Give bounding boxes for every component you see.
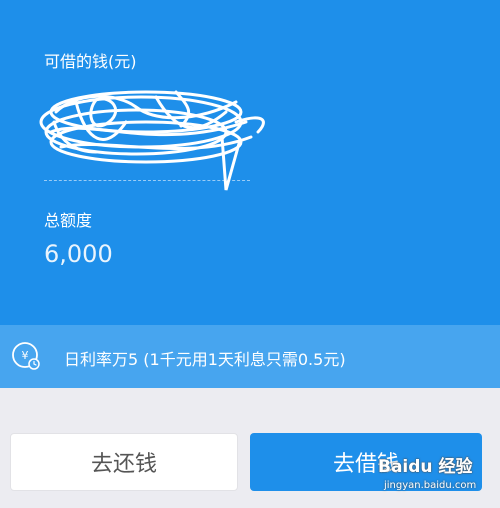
baidu-jingyan-watermark: Baidu 经验 jingyan.baidu.com xyxy=(378,452,494,504)
repay-button[interactable]: 去还钱 xyxy=(10,433,238,491)
svg-text:¥: ¥ xyxy=(22,349,29,362)
credit-summary-panel: 可借的钱(元) 总额度 6,000 xyxy=(0,0,500,325)
watermark-url: jingyan.baidu.com xyxy=(384,480,477,491)
loan-screen: 可借的钱(元) 总额度 6,000 ¥ 日利率万5 (1千元用1天利息只需0.5… xyxy=(0,0,500,508)
amount-divider xyxy=(44,180,250,181)
yen-clock-icon: ¥ xyxy=(12,342,40,370)
watermark-logo: Baidu 经验 xyxy=(378,457,473,477)
daily-rate-text: 日利率万5 (1千元用1天利息只需0.5元) xyxy=(64,350,346,369)
repay-button-label: 去还钱 xyxy=(90,452,157,477)
available-amount-label: 可借的钱(元) xyxy=(44,52,137,71)
redacted-amount-scribble xyxy=(39,90,265,191)
total-limit-value: 6,000 xyxy=(44,240,113,268)
total-limit-label: 总额度 xyxy=(44,211,93,230)
